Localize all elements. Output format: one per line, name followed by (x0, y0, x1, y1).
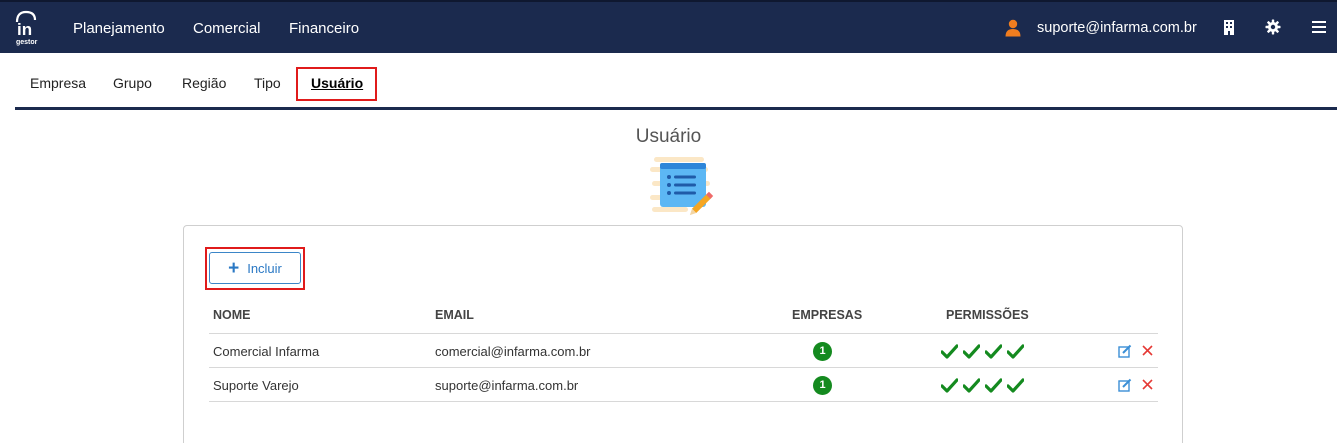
tab-grupo[interactable]: Grupo (113, 75, 152, 91)
permissions-checks (941, 343, 1024, 359)
page-title: Usuário (635, 126, 702, 147)
empresas-count-badge: 1 (813, 376, 832, 395)
incluir-button[interactable]: + Incluir (209, 252, 301, 284)
empresas-count-badge: 1 (813, 342, 832, 361)
user-icon (1005, 19, 1021, 37)
building-icon[interactable] (1221, 19, 1237, 35)
check-icon (963, 378, 980, 393)
user-email[interactable]: suporte@infarma.com.br (1037, 2, 1197, 55)
col-nome[interactable]: NOME (213, 308, 251, 322)
check-icon (941, 378, 958, 393)
nav-planejamento[interactable]: Planejamento (73, 2, 165, 55)
table-row[interactable]: Suporte Varejo suporte@infarma.com.br 1 (209, 368, 1158, 402)
app-logo[interactable]: in gestor (14, 10, 44, 46)
close-icon[interactable] (1141, 378, 1154, 391)
check-icon (963, 344, 980, 359)
user-list-illustration (650, 157, 714, 216)
row-name: Suporte Varejo (213, 378, 299, 393)
tab-bar: Empresa Grupo Região Tipo Usuário (15, 53, 1337, 110)
edit-icon[interactable] (1118, 344, 1132, 358)
tab-empresa[interactable]: Empresa (30, 75, 86, 91)
top-navbar: in gestor Planejamento Comercial Finance… (0, 0, 1337, 53)
svg-text:gestor: gestor (16, 39, 38, 46)
tab-usuario[interactable]: Usuário (311, 75, 363, 91)
users-table: NOME EMAIL EMPRESAS PERMISSÕES Comercial… (209, 296, 1158, 402)
col-permissoes[interactable]: PERMISSÕES (946, 308, 1029, 322)
svg-text:in: in (17, 20, 32, 39)
plus-icon: + (228, 257, 240, 279)
nav-comercial[interactable]: Comercial (193, 2, 261, 55)
check-icon (1007, 344, 1024, 359)
check-icon (1007, 378, 1024, 393)
row-email: suporte@infarma.com.br (435, 378, 579, 393)
nav-financeiro[interactable]: Financeiro (289, 2, 359, 55)
menu-icon[interactable] (1311, 19, 1327, 35)
table-header: NOME EMAIL EMPRESAS PERMISSÕES (209, 296, 1158, 334)
col-email[interactable]: EMAIL (435, 308, 474, 322)
tab-regiao[interactable]: Região (182, 75, 226, 91)
tab-tipo[interactable]: Tipo (254, 75, 281, 91)
permissions-checks (941, 377, 1024, 393)
check-icon (985, 344, 1002, 359)
row-email: comercial@infarma.com.br (435, 344, 591, 359)
check-icon (985, 378, 1002, 393)
check-icon (941, 344, 958, 359)
col-empresas[interactable]: EMPRESAS (792, 308, 862, 322)
close-icon[interactable] (1141, 344, 1154, 357)
gear-icon[interactable] (1265, 19, 1281, 35)
edit-icon[interactable] (1118, 378, 1132, 392)
users-card: + Incluir NOME EMAIL EMPRESAS PERMISSÕES… (183, 225, 1183, 443)
row-name: Comercial Infarma (213, 344, 320, 359)
table-row[interactable]: Comercial Infarma comercial@infarma.com.… (209, 334, 1158, 368)
incluir-label: Incluir (247, 260, 282, 276)
